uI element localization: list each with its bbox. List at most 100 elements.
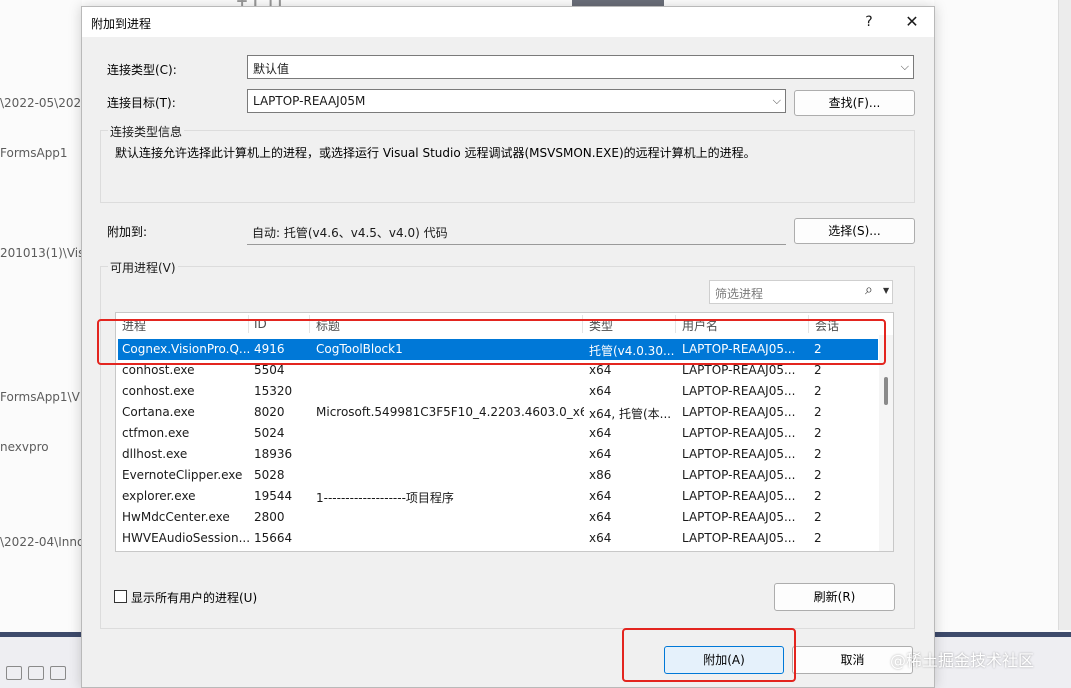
connection-info-group — [100, 130, 915, 203]
select-button[interactable]: 选择(S)... — [794, 218, 915, 244]
process-row[interactable]: EvernoteClipper.exe 5028 x86 LAPTOP-REAA… — [118, 465, 878, 486]
help-icon[interactable]: ? — [858, 11, 880, 33]
process-title: Microsoft.549981C3F5F10_4.2203.4603.0_x6… — [316, 405, 584, 419]
connection-info-title: 连接类型信息 — [108, 123, 185, 140]
process-user: LAPTOP-REAAJ05... — [682, 447, 796, 461]
process-type: x64, 托管(本... — [589, 407, 672, 421]
process-user: LAPTOP-REAAJ05... — [682, 510, 796, 524]
process-user: LAPTOP-REAAJ05... — [682, 468, 796, 482]
process-id: 8020 — [254, 405, 285, 419]
process-name: explorer.exe — [122, 489, 196, 503]
process-row[interactable]: dllhost.exe 18936 x64 LAPTOP-REAAJ05... … — [118, 444, 878, 465]
process-user: LAPTOP-REAAJ05... — [682, 405, 796, 419]
filter-placeholder: 筛选进程 — [715, 287, 764, 301]
chevron-down-icon: ⌵ — [900, 60, 909, 73]
chevron-down-icon[interactable]: ▼ — [883, 286, 889, 295]
process-row[interactable]: ctfmon.exe 5024 x64 LAPTOP-REAAJ05... 2 — [118, 423, 878, 444]
dialog-titlebar: 附加到进程 ? ✕ — [82, 7, 934, 37]
process-session: 2 — [814, 426, 822, 440]
process-row[interactable]: explorer.exe 19544 1-------------------项… — [118, 486, 878, 507]
process-session: 2 — [814, 510, 822, 524]
process-title: 1-------------------项目程序 — [316, 491, 454, 505]
process-id: 5504 — [254, 363, 285, 377]
process-name: Cortana.exe — [122, 405, 195, 419]
process-session: 2 — [814, 405, 822, 419]
process-session: 2 — [814, 447, 822, 461]
process-type: x64 — [589, 489, 612, 503]
process-name: conhost.exe — [122, 384, 195, 398]
process-name: dllhost.exe — [122, 447, 188, 461]
align-icon[interactable] — [50, 666, 66, 680]
process-session: 2 — [814, 384, 822, 398]
show-all-users-label[interactable]: 显示所有用户的进程(U) — [131, 589, 257, 606]
chevron-down-icon: ⌵ — [772, 94, 781, 107]
find-button[interactable]: 查找(F)... — [794, 90, 915, 116]
connection-target-value: LAPTOP-REAAJ05M — [253, 94, 366, 108]
process-type: x64 — [589, 510, 612, 524]
process-id: 19544 — [254, 489, 293, 503]
scrollbar-thumb[interactable] — [884, 377, 888, 405]
process-id: 18936 — [254, 447, 293, 461]
process-list-scrollbar[interactable] — [879, 335, 893, 551]
background-right-panel — [934, 0, 1071, 688]
process-row[interactable]: Cortana.exe 8020 Microsoft.549981C3F5F10… — [118, 402, 878, 423]
process-name: HWVEAudioSession... — [122, 531, 250, 545]
highlight-attach-button — [622, 628, 796, 682]
process-user: LAPTOP-REAAJ05... — [682, 384, 796, 398]
background-scrollbar[interactable] — [1058, 0, 1071, 630]
connection-info-text: 默认连接允许选择此计算机上的进程，或选择运行 Visual Studio 远程调… — [115, 146, 756, 160]
process-session: 2 — [814, 468, 822, 482]
process-id: 2800 — [254, 510, 285, 524]
process-type: x64 — [589, 426, 612, 440]
process-type: x64 — [589, 384, 612, 398]
process-row[interactable]: conhost.exe 15320 x64 LAPTOP-REAAJ05... … — [118, 381, 878, 402]
close-icon[interactable]: ✕ — [900, 11, 924, 33]
process-user: LAPTOP-REAAJ05... — [682, 531, 796, 545]
process-id: 5024 — [254, 426, 285, 440]
background-tools — [0, 662, 82, 688]
refresh-button[interactable]: 刷新(R) — [774, 583, 895, 611]
indent-icon[interactable] — [28, 666, 44, 680]
process-id: 5028 — [254, 468, 285, 482]
process-id: 15320 — [254, 384, 293, 398]
attach-to-label: 附加到: — [107, 225, 148, 239]
bg-path-line: 201013(1)\Visi — [0, 246, 88, 260]
connection-type-label: 连接类型(C): — [107, 63, 177, 77]
available-processes-title: 可用进程(V) — [108, 259, 178, 276]
filter-processes-input[interactable]: 筛选进程 ⌕ ▼ — [709, 280, 893, 304]
process-row[interactable]: HWVEAudioSession... 15664 x64 LAPTOP-REA… — [118, 528, 878, 549]
process-type: x64 — [589, 363, 612, 377]
process-type: x64 — [589, 447, 612, 461]
bg-path-line: \2022-05\2021 — [0, 96, 89, 110]
dialog-title: 附加到进程 — [91, 17, 152, 31]
process-name: ctfmon.exe — [122, 426, 190, 440]
connection-type-value: 默认值 — [253, 62, 290, 76]
outdent-icon[interactable] — [6, 666, 22, 680]
process-session: 2 — [814, 489, 822, 503]
connection-target-label: 连接目标(T): — [107, 96, 176, 110]
show-all-users-checkbox[interactable] — [114, 590, 127, 603]
connection-type-select[interactable]: 默认值 ⌵ — [247, 55, 914, 79]
process-user: LAPTOP-REAAJ05... — [682, 363, 796, 377]
search-icon[interactable]: ⌕ — [865, 282, 873, 298]
attach-to-value: 自动: 托管(v4.6、v4.5、v4.0) 代码 — [252, 226, 448, 240]
background-ide-panel: \2022-05\2021 FormsApp1 201013(1)\Visi F… — [0, 0, 89, 688]
process-session: 2 — [814, 531, 822, 545]
process-type: x64 — [589, 531, 612, 545]
process-type: x86 — [589, 468, 612, 482]
connection-target-select[interactable]: LAPTOP-REAAJ05M ⌵ — [247, 89, 786, 113]
bg-path-line: FormsApp1\V — [0, 390, 80, 404]
bg-path-line: \2022-04\Inno — [0, 535, 85, 549]
process-session: 2 — [814, 363, 822, 377]
bg-path-line: FormsApp1 — [0, 146, 68, 160]
process-name: HwMdcCenter.exe — [122, 510, 230, 524]
process-row[interactable]: HwMdcCenter.exe 2800 x64 LAPTOP-REAAJ05.… — [118, 507, 878, 528]
attach-to-field: 自动: 托管(v4.6、v4.5、v4.0) 代码 — [247, 219, 786, 245]
bg-path-line: nexvpro — [0, 440, 49, 454]
process-user: LAPTOP-REAAJ05... — [682, 426, 796, 440]
process-name: conhost.exe — [122, 363, 195, 377]
watermark: @稀土掘金技术社区 — [890, 651, 1035, 670]
process-user: LAPTOP-REAAJ05... — [682, 489, 796, 503]
highlight-selected-process — [97, 319, 886, 365]
process-id: 15664 — [254, 531, 293, 545]
